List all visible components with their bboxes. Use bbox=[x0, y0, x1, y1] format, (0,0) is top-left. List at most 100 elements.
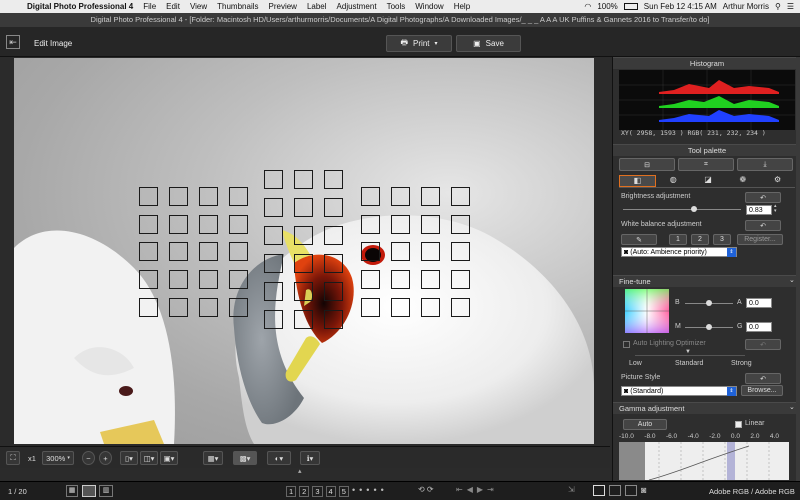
panel-scrollbar[interactable] bbox=[796, 57, 800, 481]
compare-icon[interactable]: ◫▾ bbox=[140, 451, 158, 465]
layout-split-icon[interactable] bbox=[609, 485, 621, 496]
back-icon[interactable]: ⇤ bbox=[6, 35, 20, 49]
fine-tune-header[interactable]: Fine-tune bbox=[613, 275, 800, 287]
layout-icons[interactable]: ◙ bbox=[593, 485, 646, 496]
mg-knob[interactable] bbox=[706, 324, 712, 330]
label-3[interactable]: 3 bbox=[312, 486, 323, 497]
menu-list-icon[interactable]: ☰ bbox=[787, 2, 794, 11]
palette-crop-icon[interactable]: ⌗ bbox=[678, 158, 734, 171]
tab-tone-icon[interactable]: ◍ bbox=[656, 175, 691, 187]
printer-icon: 🖶 bbox=[400, 37, 409, 47]
label-buttons: 1 2 3 4 5 bbox=[286, 486, 349, 497]
palette-basic-icon[interactable]: ⊟ bbox=[619, 158, 675, 171]
menu-view[interactable]: View bbox=[185, 2, 212, 11]
thumbnail-medium-icon[interactable] bbox=[82, 485, 96, 497]
battery-icon[interactable] bbox=[623, 3, 638, 10]
menu-label[interactable]: Label bbox=[302, 2, 332, 11]
eyedropper-icon[interactable]: ✎ bbox=[621, 234, 657, 245]
label-4[interactable]: 4 bbox=[325, 486, 336, 497]
alo-checkbox[interactable] bbox=[623, 341, 630, 348]
user-name[interactable]: Arthur Morris bbox=[723, 2, 769, 11]
linear-checkbox[interactable] bbox=[735, 421, 742, 428]
save-button[interactable]: ▣ Save bbox=[456, 35, 521, 52]
collapse-gamma-icon[interactable]: ⌄ bbox=[789, 403, 795, 411]
alo-pointer-icon[interactable]: ▼ bbox=[685, 349, 691, 355]
nav-arrows[interactable]: ⇤◀▶⇥ bbox=[456, 485, 498, 494]
thumbnail-large-icon[interactable]: ▦ bbox=[66, 485, 78, 497]
color-space: Adobe RGB / Adobe RGB bbox=[709, 487, 795, 496]
stepper-icon[interactable]: ▴ ▾ bbox=[774, 204, 777, 214]
g-field[interactable]: 0.0 bbox=[746, 322, 772, 332]
af-point bbox=[324, 254, 343, 273]
brightness-reset-icon[interactable]: ↶ bbox=[745, 192, 781, 203]
af-point bbox=[391, 270, 410, 289]
crop-overlay-icon[interactable]: ▯▾ bbox=[120, 451, 138, 465]
fit-window-icon[interactable]: ⛶ bbox=[6, 451, 20, 465]
register-button[interactable]: Register... bbox=[737, 234, 783, 245]
rating-stars[interactable]: ••••• bbox=[352, 485, 388, 495]
wb-slot-1[interactable]: 1 bbox=[669, 234, 687, 245]
battery-text[interactable]: 100% bbox=[597, 2, 617, 11]
menu-file[interactable]: File bbox=[138, 2, 161, 11]
tool-palette-header[interactable]: Tool palette bbox=[613, 144, 800, 156]
tab-curve-icon[interactable]: ◪ bbox=[691, 175, 726, 187]
tab-settings-icon[interactable]: ⚙ bbox=[760, 175, 795, 187]
gamma-header[interactable]: Gamma adjustment bbox=[613, 402, 800, 414]
wb-slot-2[interactable]: 2 bbox=[691, 234, 709, 245]
menu-thumbnails[interactable]: Thumbnails bbox=[212, 2, 263, 11]
browse-button[interactable]: Browse... bbox=[741, 385, 783, 396]
zoom-select[interactable]: 300% ▾ bbox=[42, 451, 74, 465]
alo-reset-icon[interactable]: ↶ bbox=[745, 339, 781, 350]
menu-window[interactable]: Window bbox=[410, 2, 448, 11]
zoom-1x-button[interactable]: x1 bbox=[24, 451, 40, 465]
a-field[interactable]: 0.0 bbox=[746, 298, 772, 308]
collapse-handle-icon[interactable]: ▴ bbox=[298, 467, 302, 475]
quick-check-icon[interactable]: ⇲ bbox=[568, 485, 575, 494]
clock[interactable]: Sun Feb 12 4:15 AM bbox=[644, 2, 717, 11]
label-2[interactable]: 2 bbox=[299, 486, 310, 497]
tab-basic-icon[interactable]: ◧ bbox=[619, 175, 656, 187]
wifi-icon[interactable]: ◠ bbox=[584, 2, 591, 11]
brightness-slider[interactable] bbox=[623, 209, 741, 210]
zoom-in-icon[interactable]: + bbox=[99, 451, 112, 465]
menu-app[interactable]: Digital Photo Professional 4 bbox=[22, 2, 138, 11]
ba-knob[interactable] bbox=[706, 300, 712, 306]
color-wheel[interactable] bbox=[625, 289, 669, 333]
af-point bbox=[421, 242, 440, 261]
label-5[interactable]: 5 bbox=[338, 486, 349, 497]
label-1[interactable]: 1 bbox=[286, 486, 297, 497]
menu-tools[interactable]: Tools bbox=[382, 2, 411, 11]
layout-compare-icon[interactable] bbox=[625, 485, 637, 496]
camera-icon[interactable]: ◙ bbox=[641, 485, 646, 496]
histogram-header[interactable]: Histogram bbox=[613, 57, 800, 69]
picture-style-reset-icon[interactable]: ↶ bbox=[745, 373, 781, 384]
image-viewer[interactable] bbox=[14, 58, 594, 444]
grid-icon[interactable]: ▦▾ bbox=[203, 451, 223, 465]
split-view-icon[interactable]: ▣▾ bbox=[160, 451, 178, 465]
menu-adjustment[interactable]: Adjustment bbox=[332, 2, 382, 11]
alo-slider[interactable] bbox=[635, 355, 745, 356]
wb-select[interactable]: ◙ (Auto: Ambience priority) ⇕ bbox=[621, 247, 737, 257]
print-button[interactable]: 🖶 Print ▾ bbox=[386, 35, 452, 52]
thumbnail-list-icon[interactable]: ▥ bbox=[99, 485, 113, 497]
gamma-auto-button[interactable]: Auto bbox=[623, 419, 667, 430]
rotate-left-icon[interactable]: ⟲ ⟳ bbox=[418, 485, 434, 494]
picture-style-select[interactable]: ◙ (Standard) ⇕ bbox=[621, 386, 737, 396]
af-points-icon[interactable]: ▩▾ bbox=[233, 451, 257, 465]
highlight-warning-icon[interactable]: ◐▾ bbox=[267, 451, 291, 465]
menu-preview[interactable]: Preview bbox=[264, 2, 302, 11]
palette-export-icon[interactable]: ⤓ bbox=[737, 158, 793, 171]
layout-edit-icon[interactable] bbox=[593, 485, 605, 496]
brightness-field[interactable]: 0.83 bbox=[746, 205, 772, 215]
tab-color-icon[interactable]: ❁ bbox=[725, 175, 760, 187]
info-icon[interactable]: ℹ▾ bbox=[300, 451, 320, 465]
search-icon[interactable]: ⚲ bbox=[775, 2, 781, 11]
brightness-knob[interactable] bbox=[690, 206, 697, 212]
collapse-fine-tune-icon[interactable]: ⌄ bbox=[789, 276, 795, 284]
gamma-graph[interactable] bbox=[619, 442, 789, 480]
menu-edit[interactable]: Edit bbox=[161, 2, 185, 11]
wb-slot-3[interactable]: 3 bbox=[713, 234, 731, 245]
zoom-out-icon[interactable]: − bbox=[82, 451, 95, 465]
menu-help[interactable]: Help bbox=[449, 2, 475, 11]
wb-reset-icon[interactable]: ↶ bbox=[745, 220, 781, 231]
